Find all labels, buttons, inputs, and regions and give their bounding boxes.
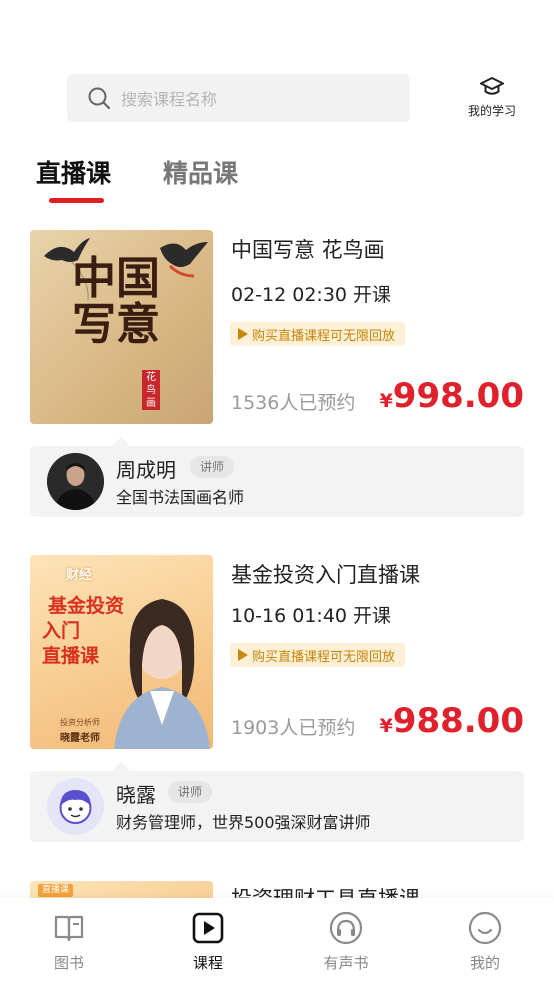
course-start-time: 10-16 01:40 开课 bbox=[231, 605, 392, 627]
active-tab-indicator bbox=[49, 198, 104, 203]
my-study-button[interactable]: 我的学习 bbox=[460, 76, 524, 122]
thumb-sub: 投资分析师 bbox=[60, 718, 100, 727]
course-thumbnail: 中国写意 花鸟画 bbox=[30, 230, 213, 424]
play-triangle-icon bbox=[238, 328, 248, 340]
thumb-seal: 花鸟画 bbox=[142, 370, 160, 410]
nav-item-audiobooks[interactable]: 有声书 bbox=[306, 910, 386, 973]
search-row: 搜索课程名称 我的学习 bbox=[0, 74, 554, 124]
search-input[interactable]: 搜索课程名称 bbox=[67, 74, 410, 122]
course-start-time: 02-12 02:30 开课 bbox=[231, 284, 392, 306]
bottom-navigation: 图书 课程 有声书 我的 bbox=[0, 898, 554, 984]
course-price: ¥998.00 bbox=[380, 376, 524, 416]
avatar bbox=[47, 778, 104, 835]
currency-symbol: ¥ bbox=[379, 390, 393, 412]
teacher-description: 全国书法国画名师 bbox=[116, 488, 245, 507]
my-study-label: 我的学习 bbox=[467, 104, 516, 118]
course-price: ¥988.00 bbox=[380, 701, 524, 741]
tab-live[interactable]: 直播课 bbox=[36, 154, 111, 190]
play-icon bbox=[192, 912, 224, 944]
course-thumbnail: 财经 基金投资 入门 直播课 投资分析师 晓露老师 bbox=[30, 555, 213, 749]
tab-premium[interactable]: 精品课 bbox=[163, 154, 238, 190]
teacher-card-notch bbox=[112, 762, 130, 771]
play-triangle-icon bbox=[238, 649, 248, 661]
thumb-title-1: 基金投资 bbox=[48, 595, 125, 617]
replay-badge: 购买直播课程可无限回放 bbox=[230, 322, 406, 346]
thumb-calligraphy: 中国写意 bbox=[72, 253, 160, 350]
nav-item-books[interactable]: 图书 bbox=[29, 910, 109, 973]
teacher-card-notch bbox=[112, 437, 130, 446]
course-title: 基金投资入门直播课 bbox=[231, 563, 420, 587]
nav-item-me[interactable]: 我的 bbox=[445, 910, 525, 973]
booked-count: 1903人已预约 bbox=[231, 717, 356, 739]
teacher-name: 周成明 bbox=[116, 458, 176, 482]
booked-count: 1536人已预约 bbox=[231, 392, 356, 414]
replay-badge-text: 购买直播课程可无限回放 bbox=[252, 328, 396, 344]
avatar bbox=[47, 453, 104, 510]
course-title: 中国写意 花鸟画 bbox=[231, 238, 385, 262]
headphones-icon bbox=[329, 911, 363, 945]
thumb-title-2: 入门 bbox=[42, 620, 81, 642]
teacher-name: 晓露 bbox=[116, 783, 156, 807]
teacher-card[interactable]: 周成明 讲师 全国书法国画名师 bbox=[30, 437, 524, 517]
nav-label-books: 图书 bbox=[53, 954, 84, 972]
graduation-cap-icon bbox=[480, 77, 504, 95]
nav-item-courses[interactable]: 课程 bbox=[168, 910, 248, 973]
smile-icon bbox=[468, 911, 502, 945]
thumb-tag: 财经 bbox=[66, 568, 93, 583]
book-icon bbox=[54, 915, 84, 942]
currency-symbol: ¥ bbox=[379, 715, 393, 737]
nav-label-courses: 课程 bbox=[192, 954, 223, 972]
teacher-card[interactable]: 晓露 讲师 财务管理师，世界500强深财富讲师 bbox=[30, 762, 524, 842]
thumb-teacher: 晓露老师 bbox=[60, 733, 100, 744]
replay-badge: 购买直播课程可无限回放 bbox=[230, 643, 406, 667]
nav-label-me: 我的 bbox=[469, 954, 500, 972]
teacher-description: 财务管理师，世界500强深财富讲师 bbox=[116, 813, 371, 832]
thumb-tag: 直播课 bbox=[38, 884, 74, 897]
replay-badge-text: 购买直播课程可无限回放 bbox=[252, 649, 396, 665]
search-placeholder: 搜索课程名称 bbox=[121, 90, 218, 109]
price-value: 988.00 bbox=[392, 701, 524, 741]
teacher-role-badge: 讲师 bbox=[168, 781, 213, 803]
price-value: 998.00 bbox=[392, 376, 524, 416]
nav-label-audiobooks: 有声书 bbox=[323, 954, 369, 972]
teacher-role-badge: 讲师 bbox=[190, 456, 235, 478]
thumb-title-3: 直播课 bbox=[42, 645, 100, 667]
search-icon bbox=[88, 87, 111, 110]
